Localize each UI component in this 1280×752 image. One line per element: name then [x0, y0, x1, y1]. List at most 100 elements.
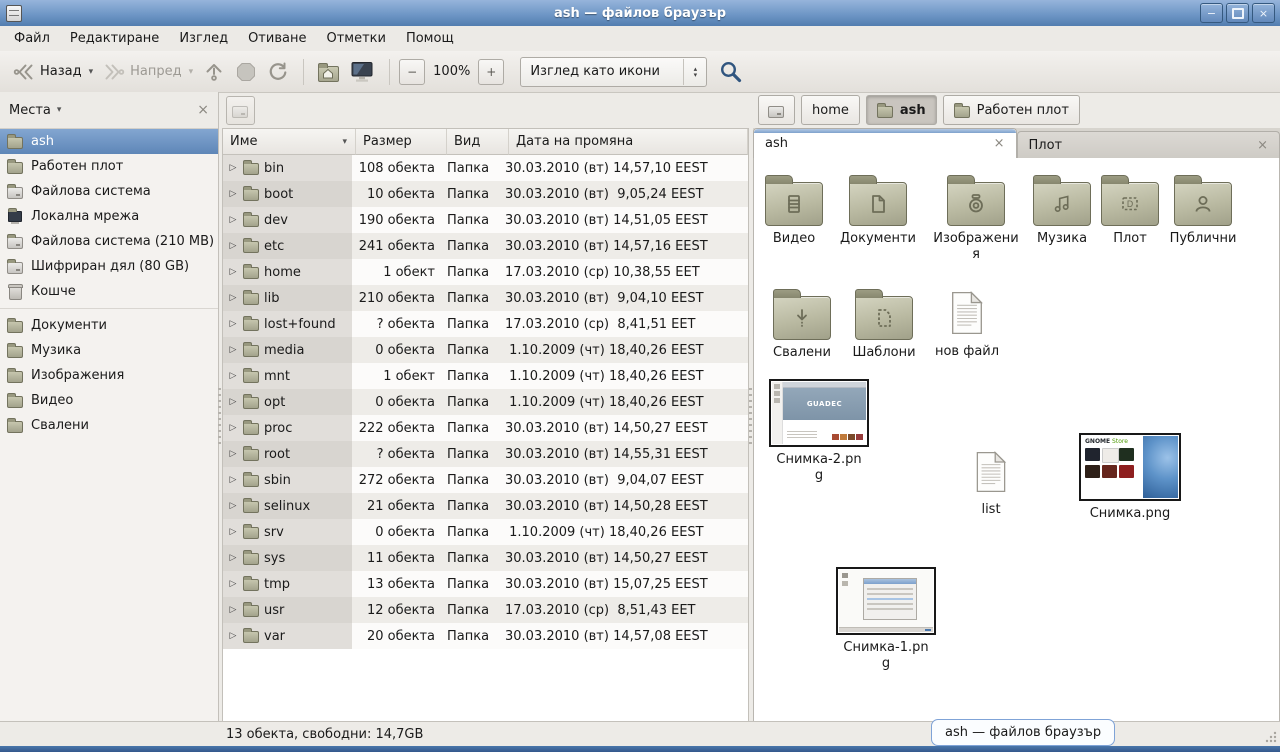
sidebar-bookmark-item[interactable]: Музика: [0, 338, 218, 363]
breadcrumb-root-button[interactable]: [758, 95, 795, 125]
expander-icon[interactable]: ▷: [227, 579, 239, 589]
minimize-button[interactable]: −: [1200, 3, 1223, 23]
table-row[interactable]: ▷ lib 210 обекта Папка 30.03.2010 (вт) 9…: [223, 285, 748, 311]
expander-icon[interactable]: ▷: [227, 319, 239, 329]
expander-icon[interactable]: ▷: [227, 449, 239, 459]
menu-item[interactable]: Изглед: [169, 28, 238, 49]
view-mode-spinner-icon[interactable]: ▴▾: [683, 59, 706, 85]
sidebar-bookmark-item[interactable]: Изображения: [0, 363, 218, 388]
sidebar-bookmark-item[interactable]: Свалени: [0, 413, 218, 438]
expander-icon[interactable]: ▷: [227, 553, 239, 563]
icon-item-video[interactable]: Видео: [753, 173, 842, 247]
table-row[interactable]: ▷ etc 241 обекта Папка 30.03.2010 (вт) 1…: [223, 233, 748, 259]
breadcrumb-home-button[interactable]: home: [801, 95, 860, 125]
expander-icon[interactable]: ▷: [227, 475, 239, 485]
menu-item[interactable]: Помощ: [396, 28, 464, 49]
pane-splitter[interactable]: [749, 388, 752, 444]
expander-icon[interactable]: ▷: [227, 215, 239, 225]
back-dropdown-icon[interactable]: ▾: [89, 67, 94, 77]
titlebar[interactable]: ash — файлов браузър − ×: [0, 0, 1280, 27]
menu-item[interactable]: Отиване: [238, 28, 316, 49]
icon-item-list[interactable]: list: [943, 447, 1039, 518]
menu-item[interactable]: Редактиране: [60, 28, 169, 49]
search-button[interactable]: [719, 60, 743, 84]
expander-icon[interactable]: ▷: [227, 189, 239, 199]
table-row[interactable]: ▷ proc 222 обекта Папка 30.03.2010 (вт) …: [223, 415, 748, 441]
column-header-date[interactable]: Дата на промяна: [509, 129, 748, 155]
sidebar-bookmark-item[interactable]: Видео: [0, 388, 218, 413]
maximize-button[interactable]: [1226, 3, 1249, 23]
icon-item-pictures[interactable]: Изображения: [928, 173, 1024, 262]
expander-icon[interactable]: ▷: [227, 345, 239, 355]
forward-button[interactable]: Напред ▾: [98, 57, 198, 87]
sidebar-place-item[interactable]: Шифриран дял (80 GB): [0, 254, 218, 279]
menu-item[interactable]: Файл: [4, 28, 60, 49]
icon-item-snimka1[interactable]: Снимка-1.png: [831, 567, 941, 671]
icon-item-snimka2[interactable]: GUADEC Снимка-2.png: [764, 379, 874, 483]
zoom-in-button[interactable]: +: [478, 59, 504, 85]
tab-ash[interactable]: ash ×: [753, 128, 1017, 158]
breadcrumb-desktop-button[interactable]: Работен плот: [943, 95, 1080, 125]
reload-button[interactable]: [262, 57, 294, 87]
table-row[interactable]: ▷ lost+found ? обекта Папка 17.03.2010 (…: [223, 311, 748, 337]
table-row[interactable]: ▷ tmp 13 обекта Папка 30.03.2010 (вт) 15…: [223, 571, 748, 597]
sidebar-splitter[interactable]: [218, 388, 221, 444]
expander-icon[interactable]: ▷: [227, 605, 239, 615]
back-button[interactable]: Назад ▾: [8, 57, 98, 87]
table-row[interactable]: ▷ opt 0 обекта Папка 1.10.2009 (чт) 18,4…: [223, 389, 748, 415]
sidebar-place-item[interactable]: ash: [0, 129, 218, 154]
table-row[interactable]: ▷ root ? обекта Папка 30.03.2010 (вт) 14…: [223, 441, 748, 467]
tab-close-icon[interactable]: ×: [994, 136, 1005, 151]
sidebar-place-item[interactable]: Файлова система: [0, 179, 218, 204]
tab-plot[interactable]: Плот ×: [1017, 131, 1280, 158]
home-button[interactable]: [313, 58, 344, 86]
expander-icon[interactable]: ▷: [227, 371, 239, 381]
sidebar-title[interactable]: Места: [9, 103, 51, 118]
zoom-out-button[interactable]: −: [399, 59, 425, 85]
expander-icon[interactable]: ▷: [227, 501, 239, 511]
sidebar-close-icon[interactable]: ×: [197, 102, 209, 118]
filesystem-root-button[interactable]: [226, 96, 255, 125]
column-header-type[interactable]: Вид: [447, 129, 509, 155]
expander-icon[interactable]: ▷: [227, 293, 239, 303]
computer-button[interactable]: [344, 56, 380, 88]
icon-item-templates[interactable]: Шаблони: [836, 287, 932, 361]
sidebar-place-item[interactable]: Локална мрежа: [0, 204, 218, 229]
resize-grip[interactable]: [1265, 731, 1277, 743]
expander-icon[interactable]: ▷: [227, 163, 239, 173]
expander-icon[interactable]: ▷: [227, 267, 239, 277]
up-button[interactable]: [198, 57, 230, 87]
expander-icon[interactable]: ▷: [227, 631, 239, 641]
icon-item-documents[interactable]: Документи: [830, 173, 926, 247]
table-row[interactable]: ▷ var 20 обекта Папка 30.03.2010 (вт) 14…: [223, 623, 748, 649]
table-row[interactable]: ▷ selinux 21 обекта Папка 30.03.2010 (вт…: [223, 493, 748, 519]
menu-item[interactable]: Отметки: [316, 28, 395, 49]
breadcrumb-ash-button[interactable]: ash: [866, 95, 937, 125]
table-row[interactable]: ▷ boot 10 обекта Папка 30.03.2010 (вт) 9…: [223, 181, 748, 207]
sidebar-bookmark-item[interactable]: Документи: [0, 313, 218, 338]
table-row[interactable]: ▷ bin 108 обекта Папка 30.03.2010 (вт) 1…: [223, 155, 748, 181]
expander-icon[interactable]: ▷: [227, 241, 239, 251]
tab-close-icon[interactable]: ×: [1257, 138, 1268, 153]
table-row[interactable]: ▷ mnt 1 обект Папка 1.10.2009 (чт) 18,40…: [223, 363, 748, 389]
view-mode-select[interactable]: Изглед като икони ▴▾: [520, 57, 707, 87]
close-button[interactable]: ×: [1252, 3, 1275, 23]
table-row[interactable]: ▷ usr 12 обекта Папка 17.03.2010 (ср) 8,…: [223, 597, 748, 623]
expander-icon[interactable]: ▷: [227, 527, 239, 537]
expander-icon[interactable]: ▷: [227, 423, 239, 433]
table-row[interactable]: ▷ home 1 обект Папка 17.03.2010 (ср) 10,…: [223, 259, 748, 285]
sidebar-place-item[interactable]: Работен плот: [0, 154, 218, 179]
column-header-name[interactable]: Име ▾: [223, 129, 356, 155]
sidebar-place-item[interactable]: Файлова система (210 MB): [0, 229, 218, 254]
table-row[interactable]: ▷ sys 11 обекта Папка 30.03.2010 (вт) 14…: [223, 545, 748, 571]
sidebar-title-chevron-icon[interactable]: ▾: [57, 105, 62, 115]
column-header-size[interactable]: Размер: [356, 129, 447, 155]
icon-item-new-file[interactable]: нов файл: [919, 287, 1015, 360]
table-row[interactable]: ▷ sbin 272 обекта Папка 30.03.2010 (вт) …: [223, 467, 748, 493]
expander-icon[interactable]: ▷: [227, 397, 239, 407]
table-row[interactable]: ▷ srv 0 обекта Папка 1.10.2009 (чт) 18,4…: [223, 519, 748, 545]
table-row[interactable]: ▷ dev 190 обекта Папка 30.03.2010 (вт) 1…: [223, 207, 748, 233]
icon-item-public[interactable]: Публични: [1155, 173, 1251, 247]
icon-item-snimka[interactable]: GNOME Store Снимка.png: [1075, 433, 1185, 522]
table-row[interactable]: ▷ media 0 обекта Папка 1.10.2009 (чт) 18…: [223, 337, 748, 363]
